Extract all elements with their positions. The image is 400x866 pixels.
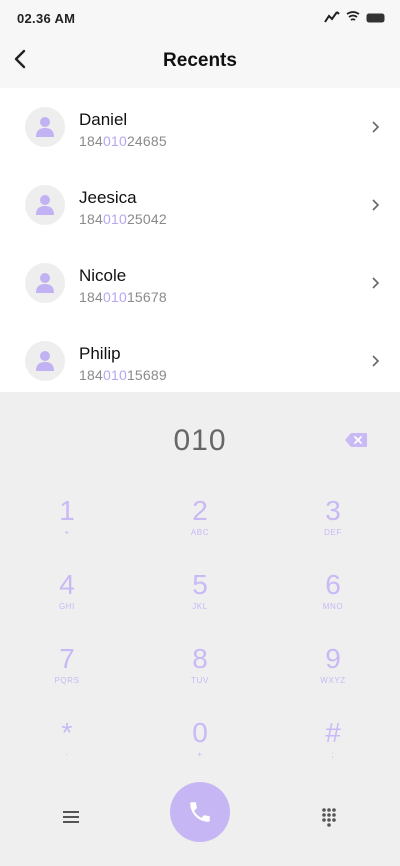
key-digit: 3 — [325, 495, 341, 526]
key-letters: PQRS — [54, 676, 80, 685]
chevron-right-icon — [372, 199, 380, 211]
contact-name: Daniel — [79, 110, 128, 129]
key-letters: ; — [331, 750, 335, 759]
contact-name: Nicole — [79, 266, 127, 285]
key-digit: 1 — [59, 495, 75, 526]
avatar — [25, 107, 65, 147]
wifi-icon — [346, 10, 360, 28]
chevron-right-icon — [372, 121, 380, 133]
person-icon — [36, 195, 54, 215]
avatar — [25, 341, 65, 381]
backspace-icon[interactable] — [344, 432, 368, 448]
page-title: Recents — [163, 50, 237, 71]
key-digit: 5 — [192, 569, 208, 600]
key-hash[interactable]: # ; — [283, 718, 383, 780]
dialed-number: 010 — [173, 424, 227, 457]
key-1[interactable]: 1 ⌖ — [17, 496, 117, 558]
key-8[interactable]: 8 TUV — [150, 644, 250, 706]
person-icon — [36, 351, 54, 371]
key-letters: · — [65, 750, 69, 759]
contact-number: 18401015689 — [79, 367, 167, 383]
signal-icon — [324, 10, 340, 28]
key-digit: 2 — [192, 495, 208, 526]
status-icons — [324, 10, 386, 28]
dialpad: 010 1 ⌖ 2 ABC 3 DEF 4 GHI 5 JKL 6 MNO 7 … — [0, 392, 400, 866]
battery-icon — [366, 10, 386, 28]
key-2[interactable]: 2 ABC — [150, 496, 250, 558]
contact-row-philip[interactable]: Philip 18401015689 — [0, 322, 400, 400]
contact-number: 18401015678 — [79, 289, 167, 305]
key-digit: * — [61, 717, 73, 748]
key-letters: + — [197, 750, 203, 759]
voicemail-icon: ⌖ — [64, 528, 70, 537]
key-6[interactable]: 6 MNO — [283, 570, 383, 632]
person-icon — [36, 117, 54, 137]
key-letters: GHI — [58, 602, 76, 611]
contact-row-daniel[interactable]: Daniel 18401024685 — [0, 88, 400, 166]
key-9[interactable]: 9 WXYZ — [283, 644, 383, 706]
key-letters: MNO — [322, 602, 344, 611]
key-letters: ABC — [190, 528, 210, 537]
call-button[interactable] — [170, 782, 230, 842]
key-digit: 0 — [192, 717, 208, 748]
chevron-right-icon — [372, 355, 380, 367]
status-time: 02.36 AM — [17, 11, 76, 26]
person-icon — [36, 273, 54, 293]
key-digit: 4 — [59, 569, 75, 600]
dialpad-grid-icon — [322, 808, 336, 827]
status-bar: 02.36 AM — [0, 0, 400, 34]
contact-name: Philip — [79, 344, 121, 363]
contact-number: 18401025042 — [79, 211, 167, 227]
dialpad-actions — [0, 782, 400, 866]
avatar — [25, 185, 65, 225]
key-5[interactable]: 5 JKL — [150, 570, 250, 632]
key-digit: 8 — [192, 643, 208, 674]
key-star[interactable]: * · — [17, 718, 117, 780]
dialpad-toggle-button[interactable] — [314, 802, 344, 832]
key-digit: 7 — [59, 643, 75, 674]
contact-row-jeesica[interactable]: Jeesica 18401025042 — [0, 166, 400, 244]
key-digit: 6 — [325, 569, 341, 600]
contact-number: 18401024685 — [79, 133, 167, 149]
key-letters: TUV — [191, 676, 209, 685]
contact-name: Jeesica — [79, 188, 137, 207]
key-3[interactable]: 3 DEF — [283, 496, 383, 558]
recents-list: Daniel 18401024685 Jeesica 18401025042 N… — [0, 88, 400, 392]
key-letters: DEF — [324, 528, 342, 537]
phone-icon — [190, 802, 210, 822]
contact-row-nicole[interactable]: Nicole 18401015678 — [0, 244, 400, 322]
key-7[interactable]: 7 PQRS — [17, 644, 117, 706]
key-digit: # — [325, 717, 341, 748]
header: Recents — [0, 34, 400, 88]
menu-button[interactable] — [56, 802, 86, 832]
key-4[interactable]: 4 GHI — [17, 570, 117, 632]
avatar — [25, 263, 65, 303]
key-letters: WXYZ — [320, 676, 346, 685]
key-letters: JKL — [192, 602, 208, 611]
menu-icon — [63, 811, 79, 823]
key-digit: 9 — [325, 643, 341, 674]
key-0[interactable]: 0 + — [150, 718, 250, 780]
chevron-right-icon — [372, 277, 380, 289]
